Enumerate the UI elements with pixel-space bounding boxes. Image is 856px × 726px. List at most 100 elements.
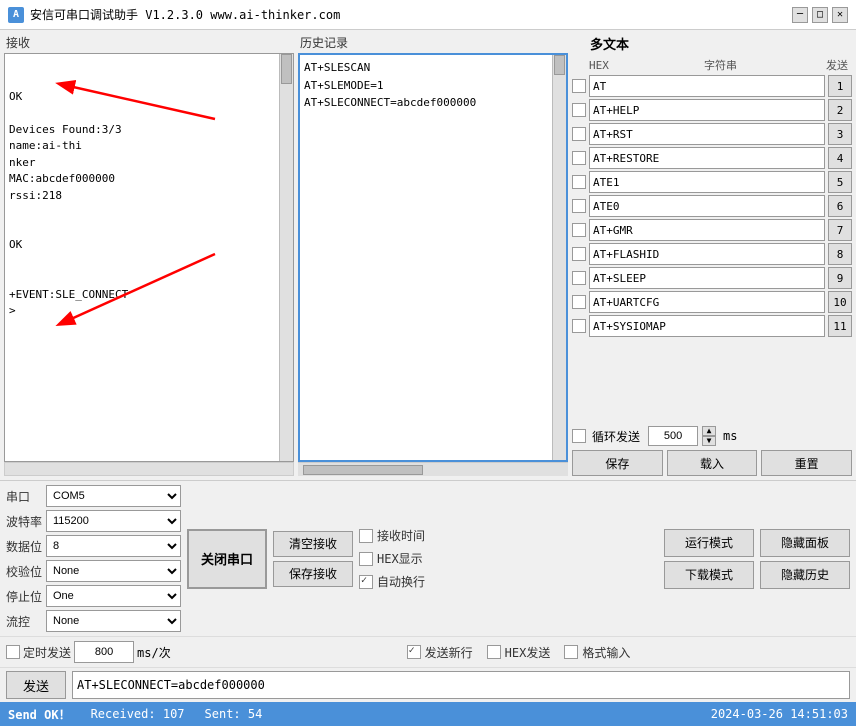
port-select[interactable]: COM5 [46,485,181,507]
send-col-label: 发送 [822,57,852,73]
serial-config: 串口 COM5 波特率 115200 数据位 8 校验位 No [6,485,181,632]
close-button[interactable]: ✕ [832,7,848,23]
hex-send-checkbox[interactable] [487,645,501,659]
send-newline-checkbox[interactable] [407,645,421,659]
toolbar-row3: 发送 [0,668,856,702]
history-hscroll-thumb[interactable] [303,465,423,475]
receive-scroll-thumb[interactable] [281,54,292,84]
save-receive-button[interactable]: 保存接收 [273,561,353,587]
load-multitext-button[interactable]: 载入 [667,450,758,476]
timed-send-checkbox[interactable] [6,645,20,659]
history-scroll-thumb[interactable] [554,55,565,75]
timed-send-section: 定时发送 ms/次 [6,641,181,663]
loop-spinner: ▲ ▼ [702,426,716,446]
mt-send-btn-8[interactable]: 9 [828,267,852,289]
mt-checkbox-3[interactable] [572,151,586,165]
mt-send-btn-9[interactable]: 10 [828,291,852,313]
mt-checkbox-8[interactable] [572,271,586,285]
mode-row-1: 运行模式 隐藏面板 [664,529,850,557]
mt-send-btn-4[interactable]: 5 [828,171,852,193]
mt-input-1[interactable] [589,99,825,121]
minimize-button[interactable]: ─ [792,7,808,23]
mt-send-btn-1[interactable]: 2 [828,99,852,121]
send-input[interactable] [72,671,850,699]
statusbar-mid: Received: 107 Sent: 54 [91,707,691,721]
maximize-button[interactable]: □ [812,7,828,23]
stop-label: 停止位 [6,588,42,605]
receive-textarea[interactable]: OK Devices Found:3/3 name:ai-thi nker MA… [4,53,294,462]
loop-send-input[interactable]: 500 [648,426,698,446]
mt-checkbox-4[interactable] [572,175,586,189]
mt-input-9[interactable] [589,291,825,313]
mt-row: 1 [572,75,852,97]
mt-send-btn-6[interactable]: 7 [828,219,852,241]
check-select[interactable]: None [46,560,181,582]
mt-send-btn-0[interactable]: 1 [828,75,852,97]
send-button[interactable]: 发送 [6,671,66,699]
send-options: 发送新行 HEX发送 格式输入 [187,644,850,661]
reset-multitext-button[interactable]: 重置 [761,450,852,476]
right-mode-buttons: 运行模式 隐藏面板 下载模式 隐藏历史 [431,529,850,589]
mt-checkbox-5[interactable] [572,199,586,213]
mt-input-3[interactable] [589,147,825,169]
loop-send-label: 循环发送 [592,428,640,445]
history-textarea[interactable]: AT+SLESCAN AT+SLEMODE=1 AT+SLECONNECT=ab… [298,53,568,462]
loop-send-checkbox[interactable] [572,429,586,443]
stop-select[interactable]: One [46,585,181,607]
multitext-panel: 多文本 HEX 字符串 发送 1234567891011 循环发送 500 ▲ … [572,34,852,476]
mt-checkbox-6[interactable] [572,223,586,237]
loop-spin-down[interactable]: ▼ [702,436,716,446]
baud-select[interactable]: 115200 [46,510,181,532]
receive-scrollbar[interactable] [279,54,293,461]
mode-row-2: 下载模式 隐藏历史 [664,561,850,589]
mt-checkbox-0[interactable] [572,79,586,93]
mt-send-btn-5[interactable]: 6 [828,195,852,217]
data-select[interactable]: 8 [46,535,181,557]
mt-row: 5 [572,171,852,193]
flow-label: 流控 [6,613,42,630]
history-panel: 历史记录 AT+SLESCAN AT+SLEMODE=1 AT+SLECONNE… [298,34,568,476]
mt-input-2[interactable] [589,123,825,145]
hex-show-label: HEX显示 [377,550,423,567]
mt-input-5[interactable] [589,195,825,217]
mt-send-btn-10[interactable]: 11 [828,315,852,337]
receive-hscrollbar[interactable] [4,462,294,476]
hide-panel-button[interactable]: 隐藏面板 [760,529,850,557]
format-input-checkbox[interactable] [564,645,578,659]
flow-select[interactable]: None [46,610,181,632]
mt-input-8[interactable] [589,267,825,289]
timed-send-input[interactable] [74,641,134,663]
mt-row: 4 [572,147,852,169]
mt-input-6[interactable] [589,219,825,241]
mt-input-7[interactable] [589,243,825,265]
mt-send-btn-3[interactable]: 4 [828,147,852,169]
hide-history-button[interactable]: 隐藏历史 [760,561,850,589]
mt-checkbox-7[interactable] [572,247,586,261]
download-mode-button[interactable]: 下载模式 [664,561,754,589]
mt-input-4[interactable] [589,171,825,193]
mt-input-0[interactable] [589,75,825,97]
loop-spin-up[interactable]: ▲ [702,426,716,436]
save-multitext-button[interactable]: 保存 [572,450,663,476]
receive-label: 接收 [4,34,294,51]
receive-panel: 接收 OK Devices Found:3/3 name:ai-thi nker… [4,34,294,476]
history-hscrollbar[interactable] [298,462,568,476]
run-mode-button[interactable]: 运行模式 [664,529,754,557]
clear-receive-button[interactable]: 清空接收 [273,531,353,557]
multitext-label: 多文本 [590,34,629,53]
mt-checkbox-10[interactable] [572,319,586,333]
mt-checkbox-2[interactable] [572,127,586,141]
str-col-label: 字符串 [622,57,819,73]
hex-show-checkbox[interactable] [359,552,373,566]
history-scrollbar[interactable] [552,55,566,460]
recv-time-checkbox[interactable] [359,529,373,543]
mt-checkbox-9[interactable] [572,295,586,309]
sent-label: Sent: 54 [205,707,263,721]
history-content: AT+SLESCAN AT+SLEMODE=1 AT+SLECONNECT=ab… [304,59,562,112]
open-port-button[interactable]: 关闭串口 [187,529,267,589]
auto-newline-checkbox[interactable] [359,575,373,589]
mt-send-btn-7[interactable]: 8 [828,243,852,265]
mt-input-10[interactable] [589,315,825,337]
mt-send-btn-2[interactable]: 3 [828,123,852,145]
mt-checkbox-1[interactable] [572,103,586,117]
